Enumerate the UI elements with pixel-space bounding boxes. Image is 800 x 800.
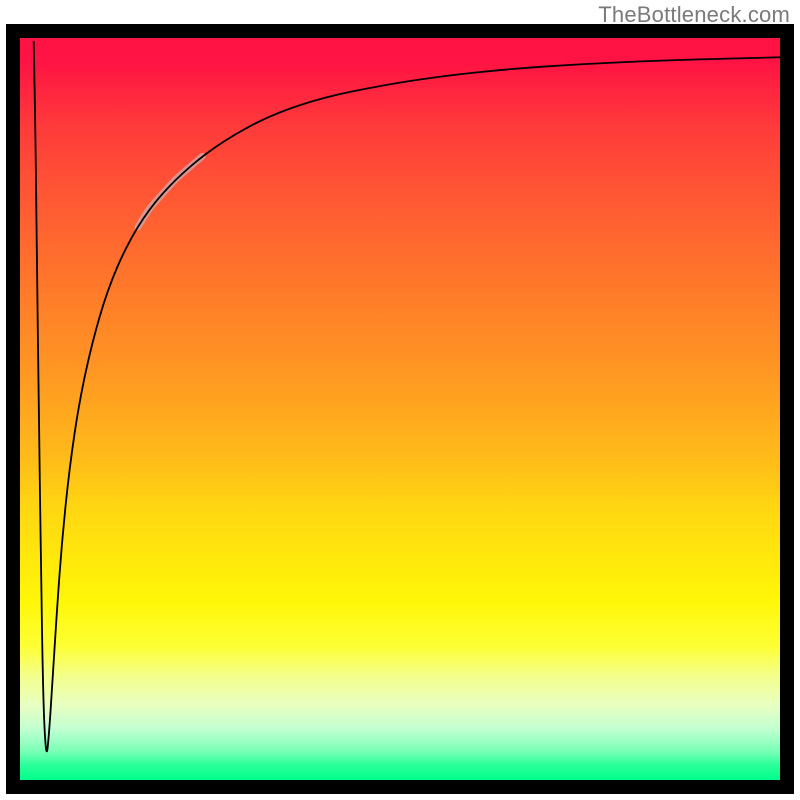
curve-svg [20,38,780,780]
main-curve [34,42,780,752]
curve-layer [20,38,780,780]
chart-stage: TheBottleneck.com [0,0,800,800]
watermark-text: TheBottleneck.com [598,2,790,28]
plot-frame [6,24,794,794]
curve-highlight-segment [138,156,203,227]
plot-inner [20,38,780,780]
